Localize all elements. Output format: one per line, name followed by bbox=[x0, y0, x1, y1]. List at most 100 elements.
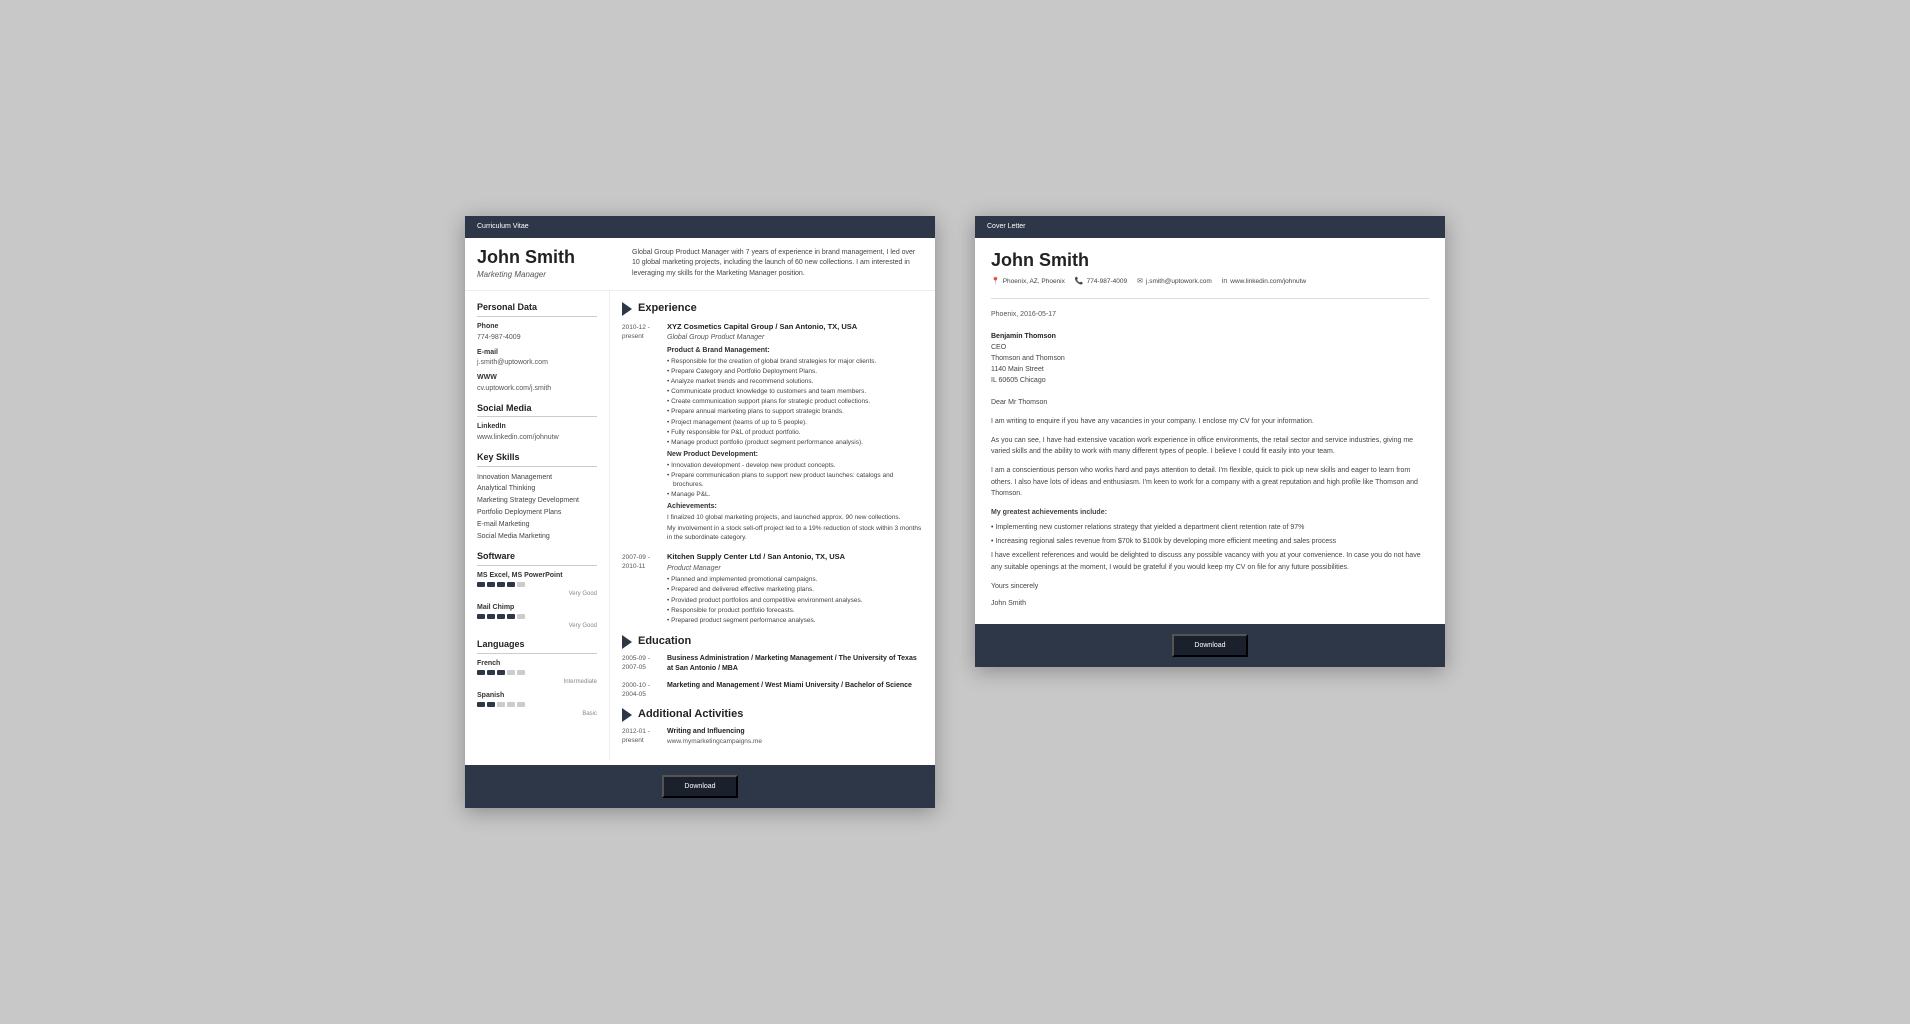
rating-bar bbox=[477, 582, 597, 587]
exp-bullet: • Analyze market trends and recommend so… bbox=[667, 377, 923, 386]
phone-value: 774-987-4009 bbox=[477, 333, 597, 343]
language-name: French bbox=[477, 659, 597, 669]
www-label: WWW bbox=[477, 373, 597, 383]
rating-label: Intermediate bbox=[477, 678, 597, 686]
software-item: MS Excel, MS PowerPointVery Good bbox=[477, 571, 597, 598]
rating-dot bbox=[517, 614, 525, 619]
exp-bullet: • Responsible for the creation of global… bbox=[667, 357, 923, 366]
rating-dot bbox=[487, 614, 495, 619]
linkedin-value: www.linkedin.com/johnutw bbox=[477, 433, 597, 443]
experience-entry: 2007-09 - 2010-11Kitchen Supply Center L… bbox=[622, 552, 923, 626]
rating-bar bbox=[477, 702, 597, 707]
exp-bullet: • Prepared and delivered effective marke… bbox=[667, 585, 923, 594]
rating-dot bbox=[497, 582, 505, 587]
key-skills-title: Key Skills bbox=[477, 451, 597, 467]
rating-bar bbox=[477, 670, 597, 675]
achievement-item: I finalized 10 global marketing projects… bbox=[667, 513, 923, 522]
cl-recipient-company: Thomson and Thomson bbox=[991, 353, 1429, 364]
rating-dot bbox=[507, 670, 515, 675]
rating-dot bbox=[477, 670, 485, 675]
email-label: E-mail bbox=[477, 348, 597, 358]
experience-heading: Experience bbox=[622, 301, 923, 316]
rating-dot bbox=[477, 614, 485, 619]
education-entry: 2000-10 - 2004-05Marketing and Managemen… bbox=[622, 681, 923, 699]
cl-name-section: John Smith 📍 Phoenix, AZ, Phoenix 📞 774-… bbox=[975, 238, 1445, 293]
cl-paragraph: I am a conscientious person who works ha… bbox=[991, 465, 1429, 499]
exp-bullet: • Project management (teams of up to 5 p… bbox=[667, 418, 923, 427]
education-entry: 2005-09 - 2007-05Business Administration… bbox=[622, 654, 923, 675]
linkedin-icon: in bbox=[1222, 277, 1227, 287]
cl-header-label: Cover Letter bbox=[987, 223, 1026, 230]
rating-dot bbox=[507, 702, 515, 707]
cl-recipient-address: 1140 Main Street bbox=[991, 364, 1429, 375]
cl-download-button[interactable]: Download bbox=[1172, 634, 1247, 657]
language-item: French Intermediate bbox=[477, 659, 597, 686]
cv-top-section: John Smith Marketing Manager Global Grou… bbox=[465, 238, 935, 292]
cl-achievements-list: • Implementing new customer relations st… bbox=[991, 522, 1429, 547]
activities-title: Additional Activities bbox=[638, 707, 743, 722]
cv-document: Curriculum Vitae John Smith Marketing Ma… bbox=[465, 216, 935, 809]
exp-role: Product Manager bbox=[667, 564, 923, 574]
experience-entry: 2010-12 - presentXYZ Cosmetics Capital G… bbox=[622, 322, 923, 544]
cv-download-button[interactable]: Download bbox=[662, 775, 737, 798]
exp-bullet: • Responsible for product portfolio fore… bbox=[667, 606, 923, 615]
phone-icon: 📞 bbox=[1075, 277, 1084, 287]
exp-date: 2007-09 - 2010-11 bbox=[622, 552, 667, 626]
cl-recipient-city: IL 60605 Chicago bbox=[991, 375, 1429, 386]
cl-footer: Download bbox=[975, 624, 1445, 667]
exp-bullet: • Fully responsible for P&L of product p… bbox=[667, 428, 923, 437]
cl-divider bbox=[991, 298, 1429, 299]
email-value: j.smith@uptowork.com bbox=[477, 358, 597, 368]
activities-list: 2012-01 - presentWriting and Influencing… bbox=[622, 727, 923, 746]
education-title: Education bbox=[638, 634, 691, 649]
exp-content: Kitchen Supply Center Ltd / San Antonio,… bbox=[667, 552, 923, 626]
exp-bullet: • Prepare Category and Portfolio Deploym… bbox=[667, 367, 923, 376]
languages-list: FrenchIntermediateSpanishBasic bbox=[477, 659, 597, 718]
experience-arrow-icon bbox=[622, 302, 632, 316]
rating-dot bbox=[507, 582, 515, 587]
cv-job-title: Marketing Manager bbox=[477, 269, 622, 280]
exp-date: 2010-12 - present bbox=[622, 322, 667, 544]
cv-header-bar: Curriculum Vitae bbox=[465, 216, 935, 238]
cv-sidebar: Personal Data Phone 774-987-4009 E-mail … bbox=[465, 291, 610, 760]
skill-item: Analytical Thinking bbox=[477, 483, 597, 495]
cv-main-content: Experience 2010-12 - presentXYZ Cosmetic… bbox=[610, 291, 935, 760]
cl-achievement-item: • Implementing new customer relations st… bbox=[991, 522, 1429, 533]
exp-bullet: • Communicate product knowledge to custo… bbox=[667, 387, 923, 396]
skill-item: Portfolio Deployment Plans bbox=[477, 507, 597, 519]
achievements-label: Achievements: bbox=[667, 502, 923, 512]
exp-bullet: • Prepare annual marketing plans to supp… bbox=[667, 407, 923, 416]
cl-email-item: ✉ j.smith@uptowork.com bbox=[1137, 277, 1212, 287]
activities-arrow-icon bbox=[622, 708, 632, 722]
cv-body: Personal Data Phone 774-987-4009 E-mail … bbox=[465, 291, 935, 760]
software-list: MS Excel, MS PowerPointVery GoodMail Chi… bbox=[477, 571, 597, 630]
rating-dot bbox=[517, 670, 525, 675]
language-name: Spanish bbox=[477, 691, 597, 701]
cl-email: j.smith@uptowork.com bbox=[1146, 277, 1212, 286]
cl-location-item: 📍 Phoenix, AZ, Phoenix bbox=[991, 277, 1065, 287]
personal-data-title: Personal Data bbox=[477, 301, 597, 317]
rating-dot bbox=[497, 670, 505, 675]
exp-section-label: New Product Development: bbox=[667, 450, 923, 460]
exp-bullet: • Manage product portfolio (product segm… bbox=[667, 438, 923, 447]
exp-company: Kitchen Supply Center Ltd / San Antonio,… bbox=[667, 552, 923, 563]
cl-name: John Smith bbox=[991, 248, 1429, 273]
exp-bullet: • Provided product portfolios and compet… bbox=[667, 596, 923, 605]
exp-bullet: • Create communication support plans for… bbox=[667, 397, 923, 406]
act-content: Writing and Influencingwww.mymarketingca… bbox=[667, 727, 923, 746]
cl-phone-item: 📞 774-987-4009 bbox=[1075, 277, 1127, 287]
cl-phone: 774-987-4009 bbox=[1087, 277, 1127, 286]
software-title: Software bbox=[477, 550, 597, 566]
rating-dot bbox=[517, 582, 525, 587]
rating-dot bbox=[507, 614, 515, 619]
cl-recipient-title: CEO bbox=[991, 342, 1429, 353]
edu-date: 2005-09 - 2007-05 bbox=[622, 654, 667, 675]
www-value: cv.uptowork.com/j.smith bbox=[477, 384, 597, 394]
exp-bullet: • Innovation development - develop new p… bbox=[667, 461, 923, 470]
cl-paragraph: I am writing to enquire if you have any … bbox=[991, 416, 1429, 427]
cl-paragraph: As you can see, I have had extensive vac… bbox=[991, 435, 1429, 457]
edu-content: Marketing and Management / West Miami Un… bbox=[667, 681, 923, 699]
software-name: MS Excel, MS PowerPoint bbox=[477, 571, 597, 581]
location-icon: 📍 bbox=[991, 277, 1000, 287]
cl-document: Cover Letter John Smith 📍 Phoenix, AZ, P… bbox=[975, 216, 1445, 668]
